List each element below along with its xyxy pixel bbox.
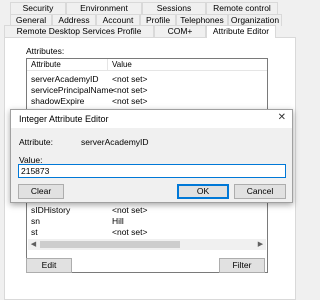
attribute-name-value: serverAcademyID <box>81 137 149 147</box>
row-value: Hill <box>112 216 124 226</box>
list-item[interactable]: st <not set> <box>27 227 267 237</box>
scrollbar-thumb[interactable] <box>40 241 180 248</box>
cancel-button[interactable]: Cancel <box>234 184 286 199</box>
row-attr: shadowExpire <box>31 96 85 106</box>
clear-button[interactable]: Clear <box>18 184 64 199</box>
dialog-titlebar[interactable]: Integer Attribute Editor ✕ <box>11 110 292 128</box>
row-attr: sn <box>31 216 40 226</box>
row-value: <not set> <box>112 205 148 215</box>
edit-button[interactable]: Edit <box>26 258 72 273</box>
value-input[interactable] <box>18 164 286 178</box>
column-value[interactable]: Value <box>112 60 132 69</box>
attribute-label: Attribute: <box>19 137 54 147</box>
dialog-title: Integer Attribute Editor <box>19 114 109 124</box>
row-attr: serverAcademyID <box>31 74 99 84</box>
integer-attribute-editor-dialog: Integer Attribute Editor ✕ Attribute: se… <box>10 109 293 203</box>
ok-button[interactable]: OK <box>177 184 229 199</box>
tab-sessions[interactable]: Sessions <box>142 2 206 14</box>
close-icon[interactable]: ✕ <box>278 112 286 123</box>
row-value: <not set> <box>112 85 148 95</box>
row-attr: servicePrincipalName <box>31 85 114 95</box>
list-item[interactable]: serverAcademyID <not set> <box>27 74 267 84</box>
attributes-label: Attributes: <box>26 46 65 56</box>
scroll-right-icon[interactable]: ▶ <box>255 239 266 250</box>
tab-attribute-editor[interactable]: Attribute Editor <box>206 25 276 38</box>
list-item[interactable]: sIDHistory <not set> <box>27 205 267 215</box>
tab-remote-control[interactable]: Remote control <box>206 2 278 14</box>
list-item[interactable]: servicePrincipalName <not set> <box>27 85 267 95</box>
filter-button[interactable]: Filter <box>219 258 265 273</box>
list-item[interactable]: shadowExpire <not set> <box>27 96 267 106</box>
tab-environment[interactable]: Environment <box>66 2 142 14</box>
tab-remote-desktop-services-profile[interactable]: Remote Desktop Services Profile <box>4 25 154 37</box>
list-item[interactable]: sn Hill <box>27 216 267 226</box>
row-value: <not set> <box>112 96 148 106</box>
tab-security[interactable]: Security <box>10 2 66 14</box>
row-value: <not set> <box>112 227 148 237</box>
tab-row-1: Security Environment Sessions Remote con… <box>0 2 300 14</box>
horizontal-scrollbar[interactable]: ◀ ▶ <box>28 239 266 250</box>
column-attribute[interactable]: Attribute <box>31 60 61 69</box>
row-attr: sIDHistory <box>31 205 71 215</box>
tab-row-3: Remote Desktop Services Profile COM+ Att… <box>0 25 300 38</box>
tab-com-plus[interactable]: COM+ <box>154 25 206 37</box>
list-header: Attribute Value <box>27 59 267 71</box>
scroll-left-icon[interactable]: ◀ <box>28 239 39 250</box>
row-value: <not set> <box>112 74 148 84</box>
row-attr: st <box>31 227 38 237</box>
